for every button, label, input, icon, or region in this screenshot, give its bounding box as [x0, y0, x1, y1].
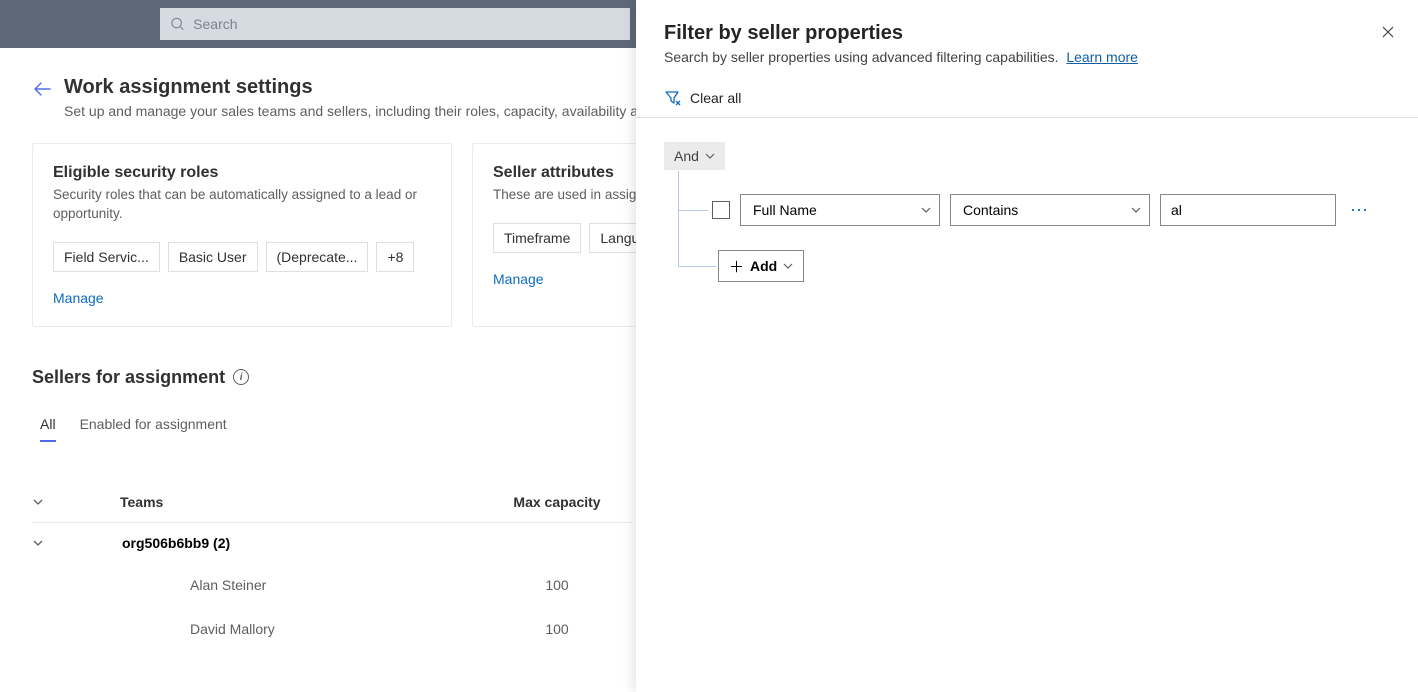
field-select-value: Full Name [753, 202, 817, 218]
table-row[interactable]: David Mallory 100 [32, 607, 632, 651]
tab-all[interactable]: All [40, 416, 56, 442]
value-input[interactable] [1160, 194, 1336, 226]
attr-chip[interactable]: Timeframe [493, 223, 581, 253]
filter-panel: Filter by seller properties Search by se… [636, 0, 1418, 692]
search-icon [170, 16, 185, 32]
sellers-table: Teams Max capacity org506b6bb9 (2) Alan … [32, 482, 632, 651]
global-search[interactable] [160, 8, 630, 40]
filter-clear-icon[interactable] [664, 89, 682, 107]
role-chip[interactable]: (Deprecate... [266, 242, 369, 272]
seller-cap: 100 [482, 621, 632, 637]
col-max[interactable]: Max capacity [482, 494, 632, 510]
group-operator-and[interactable]: And [664, 142, 725, 170]
group-row[interactable]: org506b6bb9 (2) [32, 523, 632, 563]
filter-rule: Full Name Contains ⋯ [664, 194, 1390, 226]
chevron-down-icon[interactable] [32, 496, 92, 508]
panel-subtitle-text: Search by seller properties using advanc… [664, 49, 1059, 65]
roles-card-title: Eligible security roles [53, 164, 431, 182]
panel-title: Filter by seller properties [664, 22, 1390, 45]
operator-select[interactable]: Contains [950, 194, 1150, 226]
table-row[interactable]: Alan Steiner 100 [32, 563, 632, 607]
seller-name: Alan Steiner [92, 577, 482, 593]
connector-line [678, 171, 708, 211]
add-button[interactable]: ＋ Add [718, 250, 804, 282]
roles-manage-link[interactable]: Manage [53, 290, 431, 306]
seller-name: David Mallory [92, 621, 482, 637]
plus-icon: ＋ [729, 256, 744, 277]
chevron-down-icon [1131, 205, 1141, 215]
seller-cap: 100 [482, 577, 632, 593]
info-icon[interactable]: i [233, 369, 249, 385]
role-chip[interactable]: Basic User [168, 242, 258, 272]
sellers-heading-label: Sellers for assignment [32, 367, 225, 388]
close-icon[interactable] [1380, 24, 1396, 40]
connector-line [678, 209, 716, 267]
search-input[interactable] [193, 16, 620, 32]
chevron-down-icon[interactable] [32, 537, 92, 549]
eligible-roles-card: Eligible security roles Security roles t… [32, 143, 452, 327]
clear-all-button[interactable]: Clear all [690, 90, 741, 106]
panel-subtitle: Search by seller properties using advanc… [664, 49, 1390, 65]
role-chip[interactable]: Field Servic... [53, 242, 160, 272]
group-name: org506b6bb9 (2) [92, 535, 482, 551]
learn-more-link[interactable]: Learn more [1066, 49, 1138, 65]
operator-select-value: Contains [963, 202, 1018, 218]
role-chip-more[interactable]: +8 [376, 242, 414, 272]
more-icon[interactable]: ⋯ [1350, 200, 1370, 221]
field-select[interactable]: Full Name [740, 194, 940, 226]
and-label: And [674, 148, 699, 164]
col-teams[interactable]: Teams [92, 494, 482, 510]
roles-card-desc: Security roles that can be automatically… [53, 186, 431, 224]
back-arrow-icon[interactable] [32, 76, 52, 98]
chevron-down-icon [783, 261, 793, 271]
add-label: Add [750, 258, 777, 274]
chevron-down-icon [921, 205, 931, 215]
tab-enabled[interactable]: Enabled for assignment [80, 416, 227, 442]
chevron-down-icon [705, 151, 715, 161]
